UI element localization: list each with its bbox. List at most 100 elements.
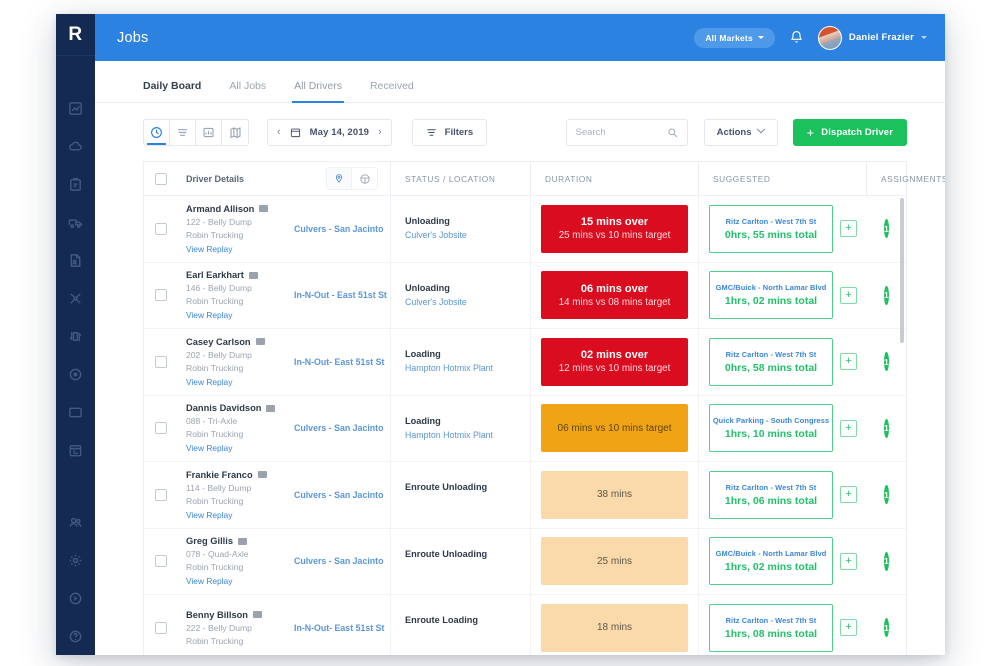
table-row[interactable]: Benny Billson222 - Belly DumpRobin Truck… [144, 595, 906, 655]
table-row[interactable]: Armand Allison122 - Belly DumpRobin Truc… [144, 196, 906, 263]
search-box[interactable] [566, 119, 688, 146]
header-suggested: SUGGESTED [698, 162, 866, 195]
tab-all-drivers[interactable]: All Drivers [294, 80, 342, 102]
suggested-box[interactable]: Ritz Carlton - West 7th St0hrs, 55 mins … [709, 205, 833, 253]
truck-icon [249, 272, 258, 279]
row-location[interactable]: Culver's Jobsite [405, 297, 530, 307]
assignment-count-badge[interactable]: 1 [884, 286, 889, 305]
sidebar-item-cloud[interactable] [56, 127, 95, 165]
steering-wheel-toggle[interactable] [352, 168, 377, 189]
top-bar: Jobs All Markets Daniel Frazier [95, 14, 945, 61]
assignment-count-badge[interactable]: 1 [884, 419, 889, 438]
driver-destination[interactable]: In-N-Out- East 51st St [290, 623, 390, 633]
actions-button[interactable]: Actions [704, 119, 778, 146]
row-checkbox[interactable] [155, 555, 167, 567]
view-replay-link[interactable]: View Replay [186, 576, 290, 586]
view-mode-chart[interactable] [196, 120, 222, 145]
suggested-box[interactable]: GMC/Buick - North Lamar Blvd1hrs, 02 min… [709, 537, 833, 585]
view-mode-list[interactable] [170, 120, 196, 145]
view-replay-link[interactable]: View Replay [186, 377, 290, 387]
map-pin-toggle[interactable] [327, 168, 352, 189]
row-location[interactable]: Hampton Hotmix Plant [405, 363, 530, 373]
assignment-count-badge[interactable]: 1 [884, 352, 889, 371]
row-checkbox[interactable] [155, 622, 167, 634]
row-location[interactable]: Hampton Hotmix Plant [405, 430, 530, 440]
sidebar-item-analytics[interactable] [56, 89, 95, 127]
suggested-box[interactable]: Ritz Carlton - West 7th St0hrs, 58 mins … [709, 338, 833, 386]
dispatch-driver-button[interactable]: + Dispatch Driver [793, 119, 907, 146]
view-mode-clock[interactable] [144, 120, 170, 145]
assignment-count-badge[interactable]: 1 [884, 219, 889, 238]
sidebar-item-truck[interactable] [56, 203, 95, 241]
row-checkbox[interactable] [155, 489, 167, 501]
row-location[interactable]: Culver's Jobsite [405, 230, 530, 240]
view-replay-link[interactable]: View Replay [186, 443, 290, 453]
search-input[interactable] [576, 127, 667, 138]
suggested-box[interactable]: GMC/Buick - North Lamar Blvd1hrs, 02 min… [709, 271, 833, 319]
date-next-button[interactable]: › [378, 127, 382, 138]
select-all-checkbox[interactable] [155, 173, 167, 185]
assignment-count-badge[interactable]: 1 [884, 485, 889, 504]
driver-destination[interactable]: Culvers - San Jacinto [290, 490, 390, 500]
assignment-count-badge[interactable]: 1 [884, 618, 889, 637]
table-row[interactable]: Greg Gillis078 - Quad-AxleRobin Trucking… [144, 529, 906, 596]
row-checkbox[interactable] [155, 223, 167, 235]
driver-destination[interactable]: Culvers - San Jacinto [290, 224, 390, 234]
add-suggested-button[interactable]: + [840, 553, 857, 570]
driver-destination[interactable]: In-N-Out- East 51st St [290, 357, 390, 367]
add-suggested-button[interactable]: + [840, 486, 857, 503]
table-row[interactable]: Dannis Davidson088 - Tri-AxleRobin Truck… [144, 396, 906, 463]
table-row[interactable]: Earl Earkhart146 - Belly DumpRobin Truck… [144, 263, 906, 330]
suggested-box[interactable]: Ritz Carlton - West 7th St1hrs, 06 mins … [709, 471, 833, 519]
assignment-count-badge[interactable]: 1 [884, 552, 889, 571]
markets-selector[interactable]: All Markets [694, 28, 775, 48]
sidebar-item-clipboard[interactable] [56, 165, 95, 203]
date-prev-button[interactable]: ‹ [277, 127, 281, 138]
sidebar-item-record[interactable] [56, 355, 95, 393]
table-row[interactable]: Casey Carlson202 - Belly DumpRobin Truck… [144, 329, 906, 396]
app-logo[interactable]: R [56, 14, 95, 56]
view-replay-link[interactable]: View Replay [186, 244, 290, 254]
add-suggested-button[interactable]: + [840, 287, 857, 304]
tab-received[interactable]: Received [370, 80, 414, 102]
table-scrollbar[interactable] [900, 198, 904, 343]
add-suggested-button[interactable]: + [840, 220, 857, 237]
add-suggested-button[interactable]: + [840, 420, 857, 437]
sidebar-item-help[interactable] [56, 617, 95, 655]
driver-destination[interactable]: Culvers - San Jacinto [290, 423, 390, 433]
view-replay-link[interactable]: View Replay [186, 510, 290, 520]
sidebar-item-document[interactable] [56, 241, 95, 279]
driver-destination[interactable]: In-N-Out - East 51st St [290, 290, 390, 300]
driver-cell: Greg Gillis078 - Quad-AxleRobin Trucking… [178, 529, 390, 595]
row-checkbox[interactable] [155, 289, 167, 301]
sidebar-item-network[interactable] [56, 279, 95, 317]
page-title: Jobs [117, 30, 148, 46]
sidebar-item-message[interactable] [56, 393, 95, 431]
notifications-button[interactable] [789, 30, 804, 46]
sidebar-item-users[interactable] [56, 503, 95, 541]
suggested-box[interactable]: Quick Parking - South Congress1hrs, 10 m… [709, 404, 833, 452]
sidebar-item-play[interactable] [56, 579, 95, 617]
tab-all-jobs[interactable]: All Jobs [229, 80, 266, 102]
view-mode-map[interactable] [222, 120, 248, 145]
row-checkbox[interactable] [155, 356, 167, 368]
tab-daily-board[interactable]: Daily Board [143, 80, 201, 102]
suggested-cell: Quick Parking - South Congress1hrs, 10 m… [698, 396, 866, 462]
view-replay-link[interactable]: View Replay [186, 310, 290, 320]
duration-badge: 25 mins [541, 537, 688, 585]
filters-button[interactable]: Filters [412, 119, 488, 146]
driver-destination[interactable]: Culvers - San Jacinto [290, 556, 390, 566]
toolbar: ‹ May 14, 2019 › Filters Actions [95, 103, 945, 161]
date-value[interactable]: May 14, 2019 [310, 127, 369, 138]
add-suggested-button[interactable]: + [840, 619, 857, 636]
add-suggested-button[interactable]: + [840, 353, 857, 370]
user-menu[interactable]: Daniel Frazier [818, 26, 927, 50]
status-cell: Enroute Loading [390, 595, 530, 655]
table-row[interactable]: Frankie Franco114 - Belly DumpRobin Truc… [144, 462, 906, 529]
sidebar-item-exchange[interactable] [56, 317, 95, 355]
sidebar-item-settings[interactable] [56, 541, 95, 579]
sidebar-item-calendar[interactable] [56, 431, 95, 469]
suggested-box[interactable]: Ritz Carlton - West 7th St1hrs, 08 mins … [709, 604, 833, 652]
main-area: Jobs All Markets Daniel Frazier Daily Bo… [95, 14, 945, 655]
row-checkbox[interactable] [155, 422, 167, 434]
